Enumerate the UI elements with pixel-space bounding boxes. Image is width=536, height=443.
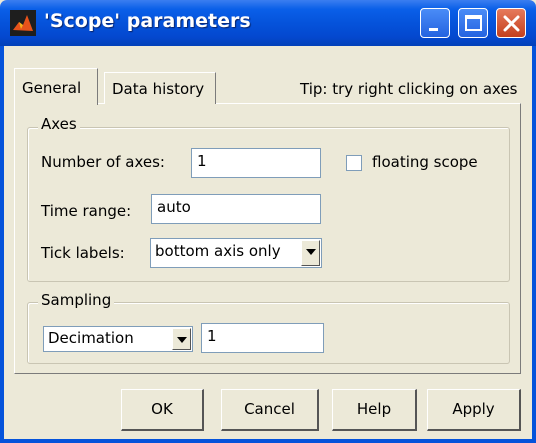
tick-labels-dropdown[interactable]: bottom axis only xyxy=(150,238,322,268)
decimation-factor-field[interactable]: 1 xyxy=(201,323,324,353)
sampling-mode-value: Decimation xyxy=(48,329,134,347)
tab-data-history-label: Data history xyxy=(112,80,205,98)
maximize-icon xyxy=(465,15,482,31)
apply-button[interactable]: Apply xyxy=(427,389,521,431)
tab-general-label: General xyxy=(22,79,82,97)
window-title: 'Scope' parameters xyxy=(44,10,251,32)
cancel-button[interactable]: Cancel xyxy=(221,389,319,431)
maximize-button[interactable] xyxy=(458,8,488,38)
help-button[interactable]: Help xyxy=(332,389,417,431)
tab-data-history[interactable]: Data history xyxy=(104,72,216,104)
floating-scope-label: floating scope xyxy=(372,153,478,171)
time-range-field[interactable]: auto xyxy=(151,194,321,224)
title-bar[interactable]: 'Scope' parameters xyxy=(0,0,536,46)
close-button[interactable] xyxy=(496,8,526,38)
minimize-button[interactable] xyxy=(420,8,450,38)
chevron-down-icon[interactable] xyxy=(301,240,320,266)
tick-labels-value: bottom axis only xyxy=(155,242,281,260)
number-of-axes-label: Number of axes: xyxy=(41,153,165,171)
time-range-label: Time range: xyxy=(41,202,132,220)
axes-group-legend: Axes xyxy=(38,115,80,133)
sampling-group-legend: Sampling xyxy=(38,291,115,309)
close-icon xyxy=(503,15,520,32)
tick-labels-label: Tick labels: xyxy=(41,244,125,262)
chevron-down-icon[interactable] xyxy=(172,328,191,350)
minimize-icon xyxy=(429,28,438,31)
number-of-axes-field[interactable]: 1 xyxy=(191,148,321,178)
ok-button[interactable]: OK xyxy=(121,389,204,431)
tab-general[interactable]: General xyxy=(14,68,98,105)
matlab-icon xyxy=(10,10,36,36)
tip-text: Tip: try right clicking on axes xyxy=(300,80,518,98)
floating-scope-checkbox[interactable] xyxy=(346,155,362,171)
sampling-mode-dropdown[interactable]: Decimation xyxy=(43,326,193,352)
